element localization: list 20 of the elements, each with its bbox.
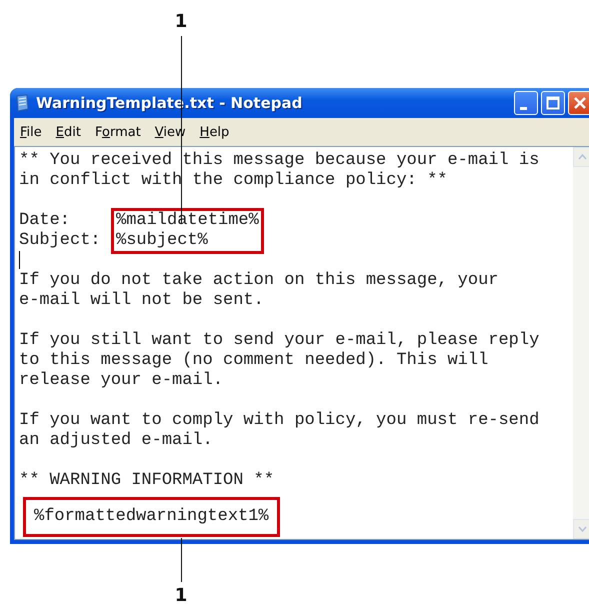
menu-item[interactable]: Format bbox=[94, 124, 141, 140]
text-line: e-mail will not be sent. bbox=[19, 291, 265, 311]
menu-item[interactable]: File bbox=[20, 124, 42, 140]
text-line: to this message (no comment needed). This will bbox=[19, 351, 490, 371]
placeholder-variable: %formattedwarningtext1% bbox=[34, 507, 269, 527]
callout-number: 1 bbox=[174, 10, 188, 34]
menu-item[interactable]: Help bbox=[200, 124, 230, 140]
text-line: If you want to comply with policy, you must re-send bbox=[19, 411, 540, 431]
field-label: Date: bbox=[19, 211, 72, 231]
text-line: If you still want to send your e-mail, please reply bbox=[19, 331, 540, 351]
text-line: release your e-mail. bbox=[19, 371, 224, 391]
text-line: ** WARNING INFORMATION ** bbox=[19, 471, 276, 491]
placeholder-variable: %subject% bbox=[116, 231, 209, 251]
menu-item[interactable]: Edit bbox=[56, 124, 81, 140]
text-line: If you do not take action on this message, your bbox=[19, 271, 500, 291]
field-label: Subject: bbox=[19, 231, 102, 251]
callout-number: 1 bbox=[174, 584, 188, 608]
text-line: ** You received this message because your e-mail is bbox=[19, 151, 540, 171]
text-line: an adjusted e-mail. bbox=[19, 431, 214, 451]
text-line: in conflict with the compliance policy: ** bbox=[19, 171, 448, 191]
